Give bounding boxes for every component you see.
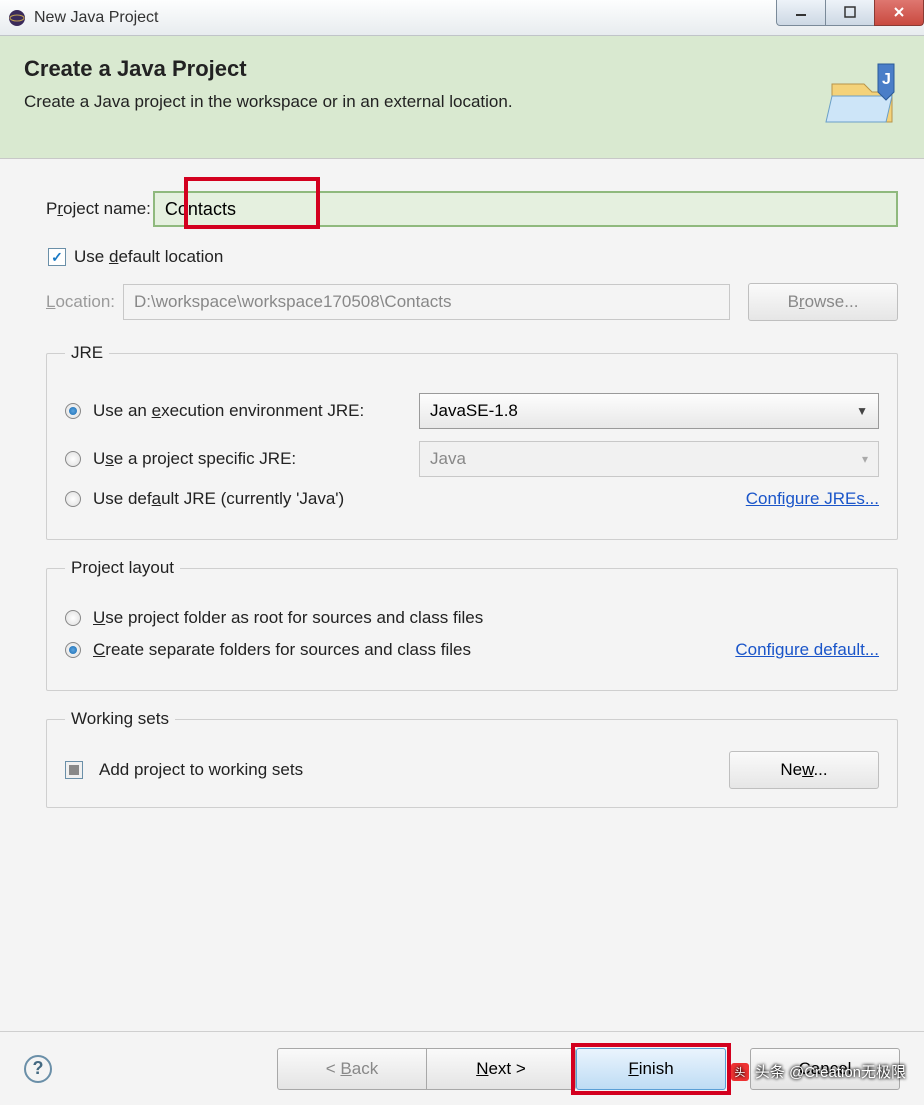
maximize-button[interactable]: [825, 0, 875, 26]
location-label: Location:: [46, 292, 115, 312]
minimize-button[interactable]: [776, 0, 826, 26]
chevron-down-icon: ▼: [856, 404, 868, 418]
location-input: [123, 284, 730, 320]
jre-default-radio[interactable]: [65, 491, 81, 507]
working-sets-legend: Working sets: [65, 709, 175, 729]
svg-text:J: J: [882, 71, 891, 88]
watermark-icon: 头: [731, 1063, 749, 1081]
project-layout-legend: Project layout: [65, 558, 180, 578]
jre-default-label: Use default JRE (currently 'Java'): [93, 489, 344, 509]
add-working-sets-label: Add project to working sets: [99, 760, 303, 780]
title-bar: New Java Project: [0, 0, 924, 36]
use-default-location-label: Use default location: [74, 247, 223, 267]
layout-separate-radio[interactable]: [65, 642, 81, 658]
add-working-sets-checkbox[interactable]: [65, 761, 83, 779]
configure-jres-link[interactable]: Configure JREs...: [746, 489, 879, 509]
window-buttons: [777, 0, 924, 26]
wizard-banner: Create a Java Project Create a Java proj…: [0, 36, 924, 159]
project-layout-group: Project layout Use project folder as roo…: [46, 558, 898, 691]
use-default-location-checkbox[interactable]: ✓: [48, 248, 66, 266]
layout-root-label: Use project folder as root for sources a…: [93, 608, 483, 628]
use-default-location-row: ✓ Use default location: [48, 247, 898, 267]
banner-heading: Create a Java Project: [24, 56, 513, 82]
project-name-label: Project name:: [46, 199, 151, 219]
jre-legend: JRE: [65, 343, 109, 363]
new-working-set-button[interactable]: New...: [729, 751, 879, 789]
next-button[interactable]: Next >: [426, 1048, 576, 1090]
jre-project-specific-combo: Java▾: [419, 441, 879, 477]
jre-execution-env-label: Use an execution environment JRE:: [93, 401, 419, 421]
window-title: New Java Project: [34, 9, 159, 27]
jre-execution-env-combo[interactable]: JavaSE-1.8▼: [419, 393, 879, 429]
finish-button[interactable]: Finish: [576, 1048, 726, 1090]
jre-execution-env-radio[interactable]: [65, 403, 81, 419]
browse-button: Browse...: [748, 283, 898, 321]
chevron-down-icon: ▾: [862, 452, 868, 466]
configure-default-link[interactable]: Configure default...: [735, 640, 879, 660]
back-button: < Back: [277, 1048, 427, 1090]
layout-root-radio[interactable]: [65, 610, 81, 626]
jre-project-specific-label: Use a project specific JRE:: [93, 449, 419, 469]
help-icon[interactable]: ?: [24, 1055, 52, 1083]
close-button[interactable]: [874, 0, 924, 26]
watermark: 头 头条 @Creation无极限: [731, 1061, 906, 1082]
project-name-input[interactable]: [153, 191, 898, 227]
working-sets-group: Working sets Add project to working sets…: [46, 709, 898, 808]
java-project-icon: J: [824, 56, 900, 132]
eclipse-icon: [8, 9, 26, 27]
jre-group: JRE Use an execution environment JRE: Ja…: [46, 343, 898, 540]
banner-subtitle: Create a Java project in the workspace o…: [24, 92, 513, 112]
jre-project-specific-radio[interactable]: [65, 451, 81, 467]
wizard-content: Project name: ✓ Use default location Loc…: [0, 159, 924, 1105]
layout-separate-label: Create separate folders for sources and …: [93, 640, 471, 660]
